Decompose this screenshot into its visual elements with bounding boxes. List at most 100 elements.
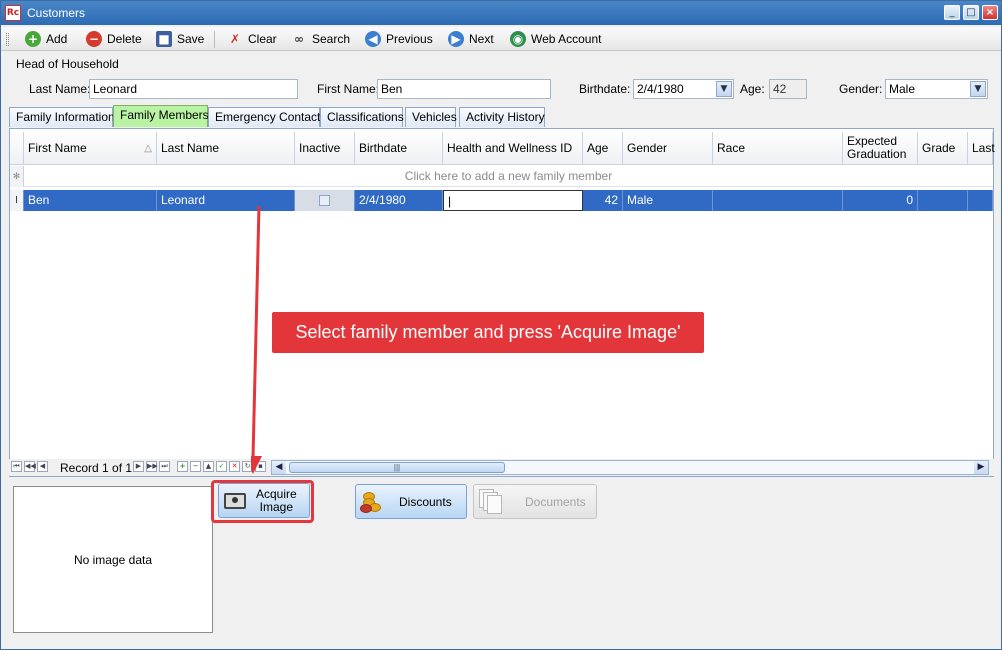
coins-icon [359,490,383,514]
first-record-icon[interactable]: ⏮ [11,461,22,472]
column-header-last-name[interactable]: Last Name [157,132,295,165]
clear-button[interactable]: ✗ Clear [227,30,277,48]
asterisk-icon: ✻ [10,166,24,187]
discounts-label: Discounts [399,494,452,509]
next-button[interactable]: ▶ Next [448,30,494,48]
bookmark-icon[interactable]: ▪ [255,461,266,472]
next-page-icon[interactable]: ▶▶ [146,461,158,472]
horizontal-scrollbar[interactable]: ◀ ||| ▶ [271,460,989,475]
age-field: 42 [769,79,807,99]
cell-last-name[interactable]: Leonard [157,190,295,211]
title-bar: Rc Customers _ □ × [1,1,1001,25]
column-header-grade[interactable]: Grade [918,132,968,165]
add-button[interactable]: + Add [25,30,67,48]
table-row[interactable]: I Ben Leonard 2/4/1980 | 42 Male 0 [10,190,993,211]
last-name-field[interactable]: Leonard [89,79,298,99]
inactive-checkbox[interactable] [319,195,330,206]
cell-gender[interactable]: Male [623,190,713,211]
floppy-icon: ■ [156,31,172,47]
toolbar: + Add − Delete ■ Save ✗ Clear ∞ Search ◀… [1,27,1001,51]
close-button[interactable]: × [982,5,998,20]
cancel-edit-icon[interactable]: ✕ [229,461,240,472]
save-button[interactable]: ■ Save [156,30,204,48]
delete-button[interactable]: − Delete [86,30,142,48]
plus-circle-icon: + [25,31,41,47]
image-preview: No image data [13,486,213,633]
tab-family-information[interactable]: Family Information [9,107,115,127]
web-account-button[interactable]: ◉ Web Account [510,30,602,48]
tab-classifications[interactable]: Classifications [320,107,404,127]
scroll-left-icon[interactable]: ◀ [272,461,286,474]
column-header-age[interactable]: Age [583,132,623,165]
clear-label: Clear [248,32,277,46]
cell-age[interactable]: 42 [583,190,623,211]
column-header-expected-graduation[interactable]: Expected Graduation [843,132,918,165]
family-members-grid: First Name △ Last Name Inactive Birthdat… [9,128,995,477]
maximize-button[interactable]: □ [963,5,979,20]
previous-label: Previous [386,32,433,46]
tab-activity-history[interactable]: Activity History [459,107,545,127]
tab-vehicles[interactable]: Vehicles [405,107,457,127]
cell-health-id-editor[interactable]: | [443,190,583,211]
column-header-inactive[interactable]: Inactive [295,132,355,165]
gender-value: Male [889,82,916,96]
last-record-icon[interactable]: ⏭ [159,461,170,472]
tab-emergency-contacts[interactable]: Emergency Contacts [208,107,326,127]
arrow-left-icon: ◀ [365,31,381,47]
append-record-icon[interactable]: + [177,461,188,472]
chevron-down-icon[interactable]: ▼ [970,81,986,97]
discounts-button[interactable]: Discounts [355,484,467,519]
column-header-birthdate[interactable]: Birthdate [355,132,443,165]
column-header-race[interactable]: Race [713,132,843,165]
cell-expected-graduation[interactable]: 0 [843,190,918,211]
toolbar-grip[interactable] [6,33,9,46]
cell-last[interactable] [968,190,993,211]
column-header-gender[interactable]: Gender [623,132,713,165]
search-button[interactable]: ∞ Search [291,30,350,48]
add-label: Add [46,32,68,46]
section-title: Head of Household [16,57,119,71]
post-edit-icon[interactable]: ✓ [216,461,227,472]
gender-select[interactable]: Male ▼ [885,79,988,99]
next-record-icon[interactable]: ▶ [133,461,144,472]
age-label: Age: [740,82,765,96]
birthdate-field[interactable]: 2/4/1980 ▼ [633,79,734,99]
column-header-last[interactable]: Last [968,132,995,165]
scroll-thumb[interactable]: ||| [289,462,505,473]
arrow-right-icon: ▶ [448,31,464,47]
new-row-prompt: Click here to add a new family member [404,169,613,183]
header-label: First Name [28,140,87,155]
previous-page-icon[interactable]: ◀◀ [24,461,36,472]
eraser-icon: ✗ [229,32,241,46]
last-name-label: Last Name: [29,82,91,96]
binoculars-icon: ∞ [294,32,304,46]
previous-record-icon[interactable]: ◀ [37,461,48,472]
first-name-field[interactable]: Ben [377,79,551,99]
minimize-button[interactable]: _ [944,5,960,20]
previous-button[interactable]: ◀ Previous [365,30,433,48]
grid-navigator: ⏮ ◀◀ ◀ Record 1 of 1 ▶ ▶▶ ⏭ + − ▲ ✓ ✕ ↻ … [9,459,994,476]
chevron-down-icon[interactable]: ▼ [716,81,732,97]
new-row[interactable]: ✻ Click here to add a new family member [10,166,993,187]
cell-grade[interactable] [918,190,968,211]
cell-first-name[interactable]: Ben [24,190,157,211]
no-image-text: No image data [73,552,153,567]
cell-inactive[interactable] [295,190,355,211]
delete-record-icon[interactable]: − [190,461,201,472]
search-label: Search [312,32,351,46]
acquire-image-highlight [211,480,314,523]
documents-button[interactable]: Documents [473,484,597,519]
cell-race[interactable] [713,190,843,211]
refresh-icon[interactable]: ↻ [242,461,253,472]
row-cursor-icon: I [10,190,24,211]
column-header-first-name[interactable]: First Name △ [24,132,157,165]
documents-icon [479,488,503,515]
tab-family-members[interactable]: Family Members [113,105,209,127]
web-account-label: Web Account [531,32,602,46]
scroll-right-icon[interactable]: ▶ [974,461,988,474]
edit-record-icon[interactable]: ▲ [203,461,214,472]
cell-birthdate[interactable]: 2/4/1980 [355,190,443,211]
sort-ascending-icon: △ [144,142,152,154]
birthdate-value: 2/4/1980 [637,82,684,96]
column-header-health-id[interactable]: Health and Wellness ID [443,132,583,165]
